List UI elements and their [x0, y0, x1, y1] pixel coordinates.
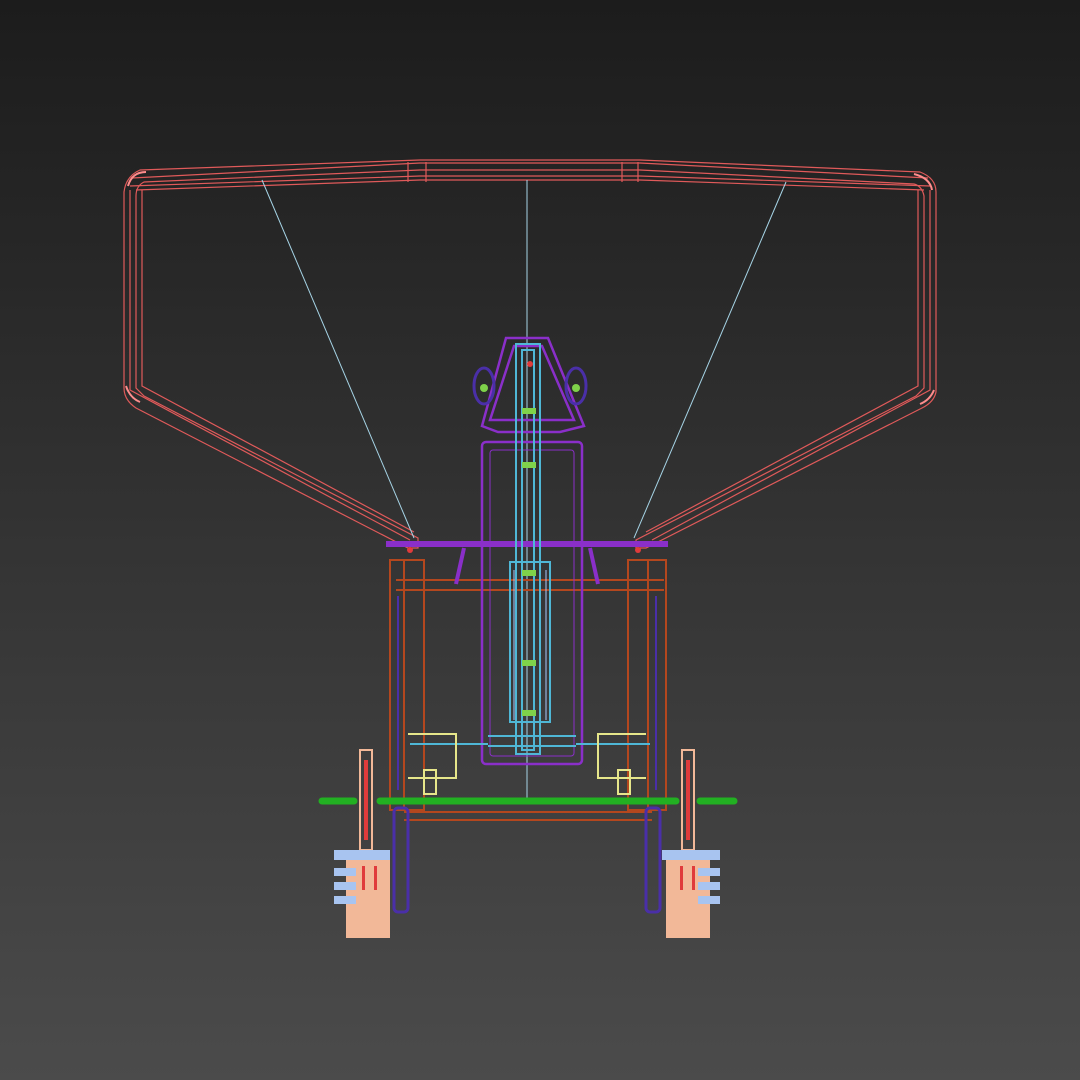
bolt-tube-2	[522, 462, 536, 468]
bolt-tube-4	[522, 660, 536, 666]
dot-head	[527, 361, 533, 367]
dot-corner-right	[635, 547, 641, 553]
3d-viewport[interactable]	[0, 0, 1080, 1080]
dot-block-right-1	[680, 866, 683, 890]
bolt-tube-3	[522, 570, 536, 576]
wireframe-scene	[0, 0, 1080, 1080]
clamp-right-2	[698, 882, 720, 890]
bolt-tube-5	[522, 710, 536, 716]
dot-block-right-2	[692, 866, 695, 890]
clamp-left-1	[334, 868, 356, 876]
dot-block-left-1	[362, 866, 365, 890]
clamp-right-1	[698, 868, 720, 876]
clamp-left-3	[334, 896, 356, 904]
clamp-right-3	[698, 896, 720, 904]
dot-block-left-2	[374, 866, 377, 890]
clamp-left-2	[334, 882, 356, 890]
dot-post-right	[686, 760, 690, 840]
bolt-knob-left	[480, 384, 488, 392]
clamp-right-top	[662, 850, 720, 860]
bolt-knob-right	[572, 384, 580, 392]
clamp-left-top	[334, 850, 390, 860]
dot-corner-left	[407, 547, 413, 553]
dot-post-left	[364, 760, 368, 840]
bolt-tube-1	[522, 408, 536, 414]
